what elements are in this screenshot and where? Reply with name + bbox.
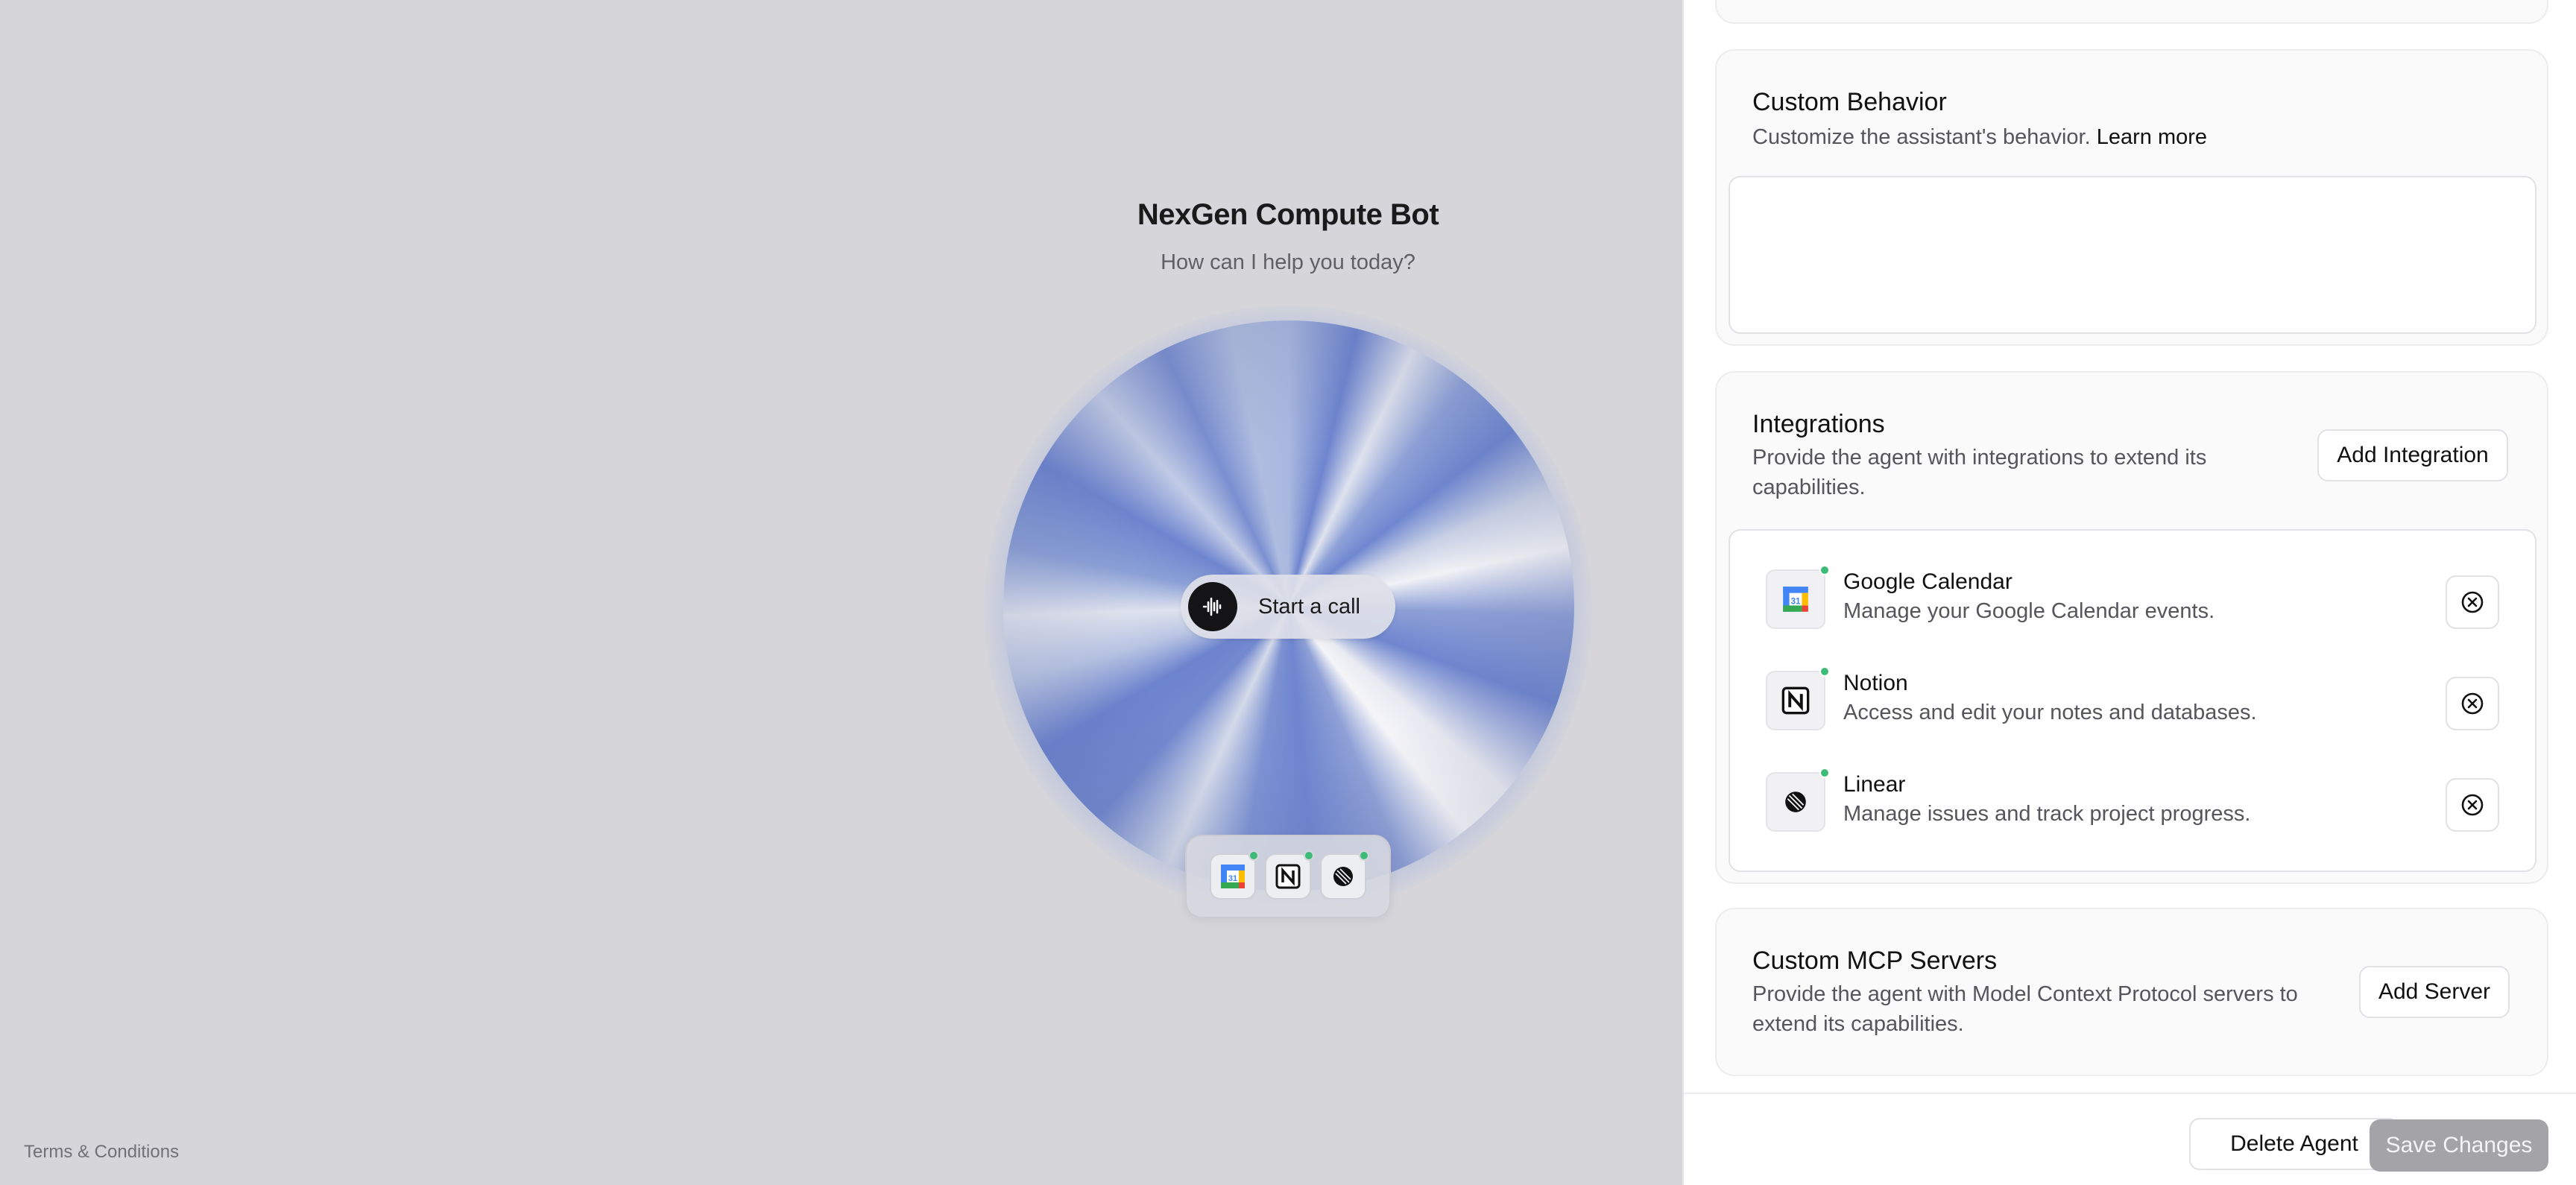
- status-dot: [1248, 850, 1259, 861]
- section-description: Provide the agent with integrations to e…: [1752, 446, 2207, 499]
- integration-name: Notion: [1843, 671, 1908, 695]
- panel-footer: Delete Agent Save Changes: [1684, 1093, 2576, 1185]
- bot-name: NexGen Compute Bot: [1137, 198, 1439, 231]
- integration-description: Manage your Google Calendar events.: [1843, 599, 2215, 623]
- integration-list: 31 Google Calendar Manage your Google Ca…: [1729, 529, 2536, 872]
- agent-preview: NexGen Compute Bot How can I help you to…: [0, 0, 1682, 1185]
- remove-integration-button[interactable]: [2446, 778, 2499, 832]
- section-description: Customize the assistant's behavior. Lear…: [1752, 125, 2208, 149]
- svg-text:31: 31: [1791, 597, 1801, 606]
- terms-link[interactable]: Terms & Conditions: [24, 1142, 179, 1163]
- add-integration-button[interactable]: Add Integration: [2317, 429, 2508, 481]
- settings-panel: Custom Behavior Customize the assistant'…: [1682, 0, 2576, 1185]
- close-circle-icon: [2461, 794, 2484, 816]
- integration-item: Notion Access and edit your notes and da…: [1730, 660, 2535, 735]
- delete-agent-button[interactable]: Delete Agent: [2189, 1118, 2399, 1170]
- remove-integration-button[interactable]: [2446, 677, 2499, 730]
- section-title: Integrations: [1752, 410, 1885, 438]
- integration-description: Access and edit your notes and databases…: [1843, 701, 2257, 724]
- integration-name: Google Calendar: [1843, 569, 2012, 594]
- section-title: Custom MCP Servers: [1752, 947, 1998, 975]
- integration-tray: 31: [1185, 835, 1391, 918]
- section-title: Custom Behavior: [1752, 88, 1947, 116]
- integration-item: 31 Google Calendar Manage your Google Ca…: [1730, 559, 2535, 633]
- save-changes-button[interactable]: Save Changes: [2370, 1119, 2548, 1172]
- custom-behavior-section: Custom Behavior Customize the assistant'…: [1715, 49, 2548, 346]
- linear-icon: [1320, 850, 1369, 900]
- notion-icon: [1265, 850, 1314, 900]
- status-dot: [1819, 565, 1830, 575]
- notion-icon: [1766, 666, 1830, 730]
- start-call-button[interactable]: Start a call: [1181, 575, 1395, 639]
- integration-description: Manage issues and track project progress…: [1843, 802, 2251, 826]
- close-circle-icon: [2461, 692, 2484, 715]
- integration-item: Linear Manage issues and track project p…: [1730, 762, 2535, 836]
- close-circle-icon: [2461, 591, 2484, 613]
- status-dot: [1359, 850, 1369, 861]
- integration-name: Linear: [1843, 772, 1906, 797]
- svg-text:31: 31: [1228, 874, 1237, 883]
- section-description: Provide the agent with Model Context Pro…: [1752, 982, 2298, 1036]
- custom-behavior-textarea[interactable]: [1729, 176, 2536, 334]
- start-call-label: Start a call: [1258, 594, 1360, 619]
- google-calendar-icon: 31: [1766, 565, 1830, 629]
- remove-integration-button[interactable]: [2446, 575, 2499, 629]
- bot-greeting: How can I help you today?: [1161, 250, 1415, 274]
- add-server-button[interactable]: Add Server: [2359, 966, 2510, 1018]
- google-calendar-icon: 31: [1210, 850, 1259, 900]
- status-dot: [1819, 666, 1830, 677]
- mcp-servers-section: Custom MCP Servers Provide the agent wit…: [1715, 908, 2548, 1076]
- previous-section-card: [1715, 0, 2548, 24]
- integrations-section: Integrations Provide the agent with inte…: [1715, 371, 2548, 884]
- status-dot: [1819, 768, 1830, 778]
- status-dot: [1304, 850, 1314, 861]
- waveform-icon: [1188, 582, 1237, 631]
- learn-more-link[interactable]: Learn more: [2097, 125, 2207, 149]
- linear-icon: [1766, 768, 1830, 832]
